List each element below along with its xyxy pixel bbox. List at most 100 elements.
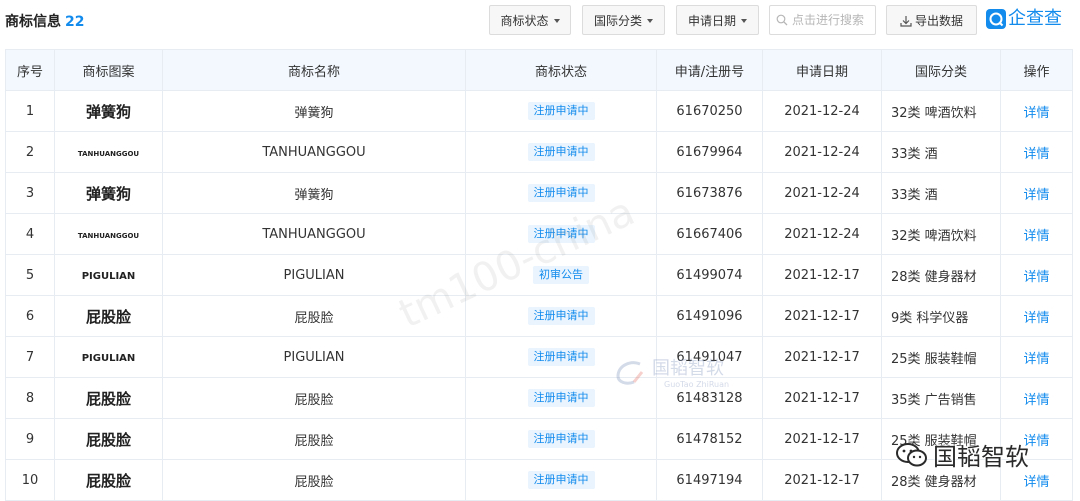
header-bar: 商标信息 22 商标状态 国际分类 申请日期 点击进行搜索 导出数据 企查查 [0,0,1080,44]
table-row: 6 屁股脸 屁股脸 注册申请中 61491096 2021-12-17 9类 科学仪器 详情 [5,295,1073,337]
trademark-name: TANHUANGGOU [162,213,466,255]
action-cell: 详情 [1000,377,1073,419]
registration-number: 61670250 [656,90,763,132]
status-badge: 注册申请中 [527,430,595,448]
international-class: 32类 啤酒饮料 [881,90,1001,132]
filter-status-dropdown[interactable]: 商标状态 [489,5,571,35]
caret-down-icon [647,18,653,23]
detail-link[interactable]: 详情 [1023,147,1049,162]
caret-down-icon [741,18,747,23]
logo-text: 企查查 [1008,7,1062,29]
column-header: 序号 [5,49,55,91]
row-number: 8 [5,377,55,419]
status-cell: 注册申请中 [465,336,657,378]
trademark-image-cell: 屁股脸 [54,295,163,337]
detail-link[interactable]: 详情 [1023,434,1049,449]
column-header: 操作 [1000,49,1073,91]
detail-link[interactable]: 详情 [1023,229,1049,244]
status-cell: 注册申请中 [465,459,657,501]
row-number: 6 [5,295,55,337]
trademark-image: TANHUANGGOU [77,231,140,240]
detail-link[interactable]: 详情 [1023,311,1049,326]
application-date: 2021-12-17 [762,377,882,419]
status-cell: 初审公告 [465,254,657,296]
trademark-name: 屁股脸 [162,295,466,337]
page: 商标信息 22 商标状态 国际分类 申请日期 点击进行搜索 导出数据 企查查 序… [0,0,1080,501]
status-cell: 注册申请中 [465,418,657,460]
trademark-name: PIGULIAN [162,336,466,378]
registration-number: 61673876 [656,172,763,214]
search-placeholder: 点击进行搜索 [792,13,865,27]
action-cell: 详情 [1000,90,1073,132]
qichacha-logo-icon [986,8,1006,29]
filter-status-label: 商标状态 [500,14,549,28]
row-number: 4 [5,213,55,255]
trademark-image: PIGULIAN [81,352,136,364]
detail-link[interactable]: 详情 [1023,475,1049,490]
detail-link[interactable]: 详情 [1023,352,1049,367]
status-badge: 注册申请中 [527,184,595,202]
trademark-name: TANHUANGGOU [162,131,466,173]
application-date: 2021-12-17 [762,336,882,378]
column-header: 申请日期 [762,49,882,91]
international-class: 33类 酒 [881,131,1001,173]
status-badge: 注册申请中 [527,225,595,243]
international-class: 28类 健身器材 [881,459,1001,501]
status-badge: 注册申请中 [527,348,595,366]
detail-link[interactable]: 详情 [1023,393,1049,408]
trademark-image: 屁股脸 [85,389,131,408]
detail-link[interactable]: 详情 [1023,270,1049,285]
export-button[interactable]: 导出数据 [886,5,977,35]
trademark-image-cell: 屁股脸 [54,418,163,460]
application-date: 2021-12-24 [762,90,882,132]
detail-link[interactable]: 详情 [1023,106,1049,121]
detail-link[interactable]: 详情 [1023,188,1049,203]
trademark-name: 弹簧狗 [162,90,466,132]
action-cell: 详情 [1000,459,1073,501]
application-date: 2021-12-17 [762,459,882,501]
international-class: 35类 广告销售 [881,377,1001,419]
action-cell: 详情 [1000,418,1073,460]
section-title: 商标信息 22 [5,13,84,31]
registration-number: 61667406 [656,213,763,255]
trademark-image-cell: PIGULIAN [54,254,163,296]
application-date: 2021-12-24 [762,213,882,255]
row-number: 9 [5,418,55,460]
table-row: 1 弹簧狗 弹簧狗 注册申请中 61670250 2021-12-24 32类 啤酒饮料 详情 [5,90,1073,132]
application-date: 2021-12-17 [762,295,882,337]
trademark-image: PIGULIAN [81,270,136,282]
action-cell: 详情 [1000,213,1073,255]
status-cell: 注册申请中 [465,295,657,337]
registration-number: 61478152 [656,418,763,460]
international-class: 25类 服装鞋帽 [881,418,1001,460]
search-input[interactable]: 点击进行搜索 [769,5,876,35]
table-row: 3 弹簧狗 弹簧狗 注册申请中 61673876 2021-12-24 33类 酒 详情 [5,172,1073,214]
row-number: 7 [5,336,55,378]
application-date: 2021-12-24 [762,172,882,214]
trademark-name: PIGULIAN [162,254,466,296]
filter-date-dropdown[interactable]: 申请日期 [676,5,759,35]
status-badge: 注册申请中 [527,307,595,325]
trademark-image: 弹簧狗 [85,102,131,121]
trademark-image-cell: PIGULIAN [54,336,163,378]
column-header: 申请/注册号 [656,49,763,91]
registration-number: 61491047 [656,336,763,378]
row-number: 5 [5,254,55,296]
table-row: 2 TANHUANGGOU TANHUANGGOU 注册申请中 61679964 2021… [5,131,1073,173]
column-header: 商标状态 [465,49,657,91]
download-icon [900,15,912,27]
trademark-name: 屁股脸 [162,418,466,460]
filter-date-label: 申请日期 [687,14,736,28]
status-cell: 注册申请中 [465,172,657,214]
filter-class-dropdown[interactable]: 国际分类 [582,5,665,35]
status-badge: 注册申请中 [527,143,595,161]
filter-class-label: 国际分类 [593,14,642,28]
section-title-text: 商标信息 [5,14,61,30]
table-row: 7 PIGULIAN PIGULIAN 注册申请中 61491047 2021-12-17… [5,336,1073,378]
status-cell: 注册申请中 [465,131,657,173]
trademark-name: 弹簧狗 [162,172,466,214]
trademark-name: 屁股脸 [162,459,466,501]
search-icon [776,14,788,26]
status-badge: 注册申请中 [527,471,595,489]
table-row: 10 屁股脸 屁股脸 注册申请中 61497194 2021-12-17 28类 健身器材 详… [5,459,1073,501]
